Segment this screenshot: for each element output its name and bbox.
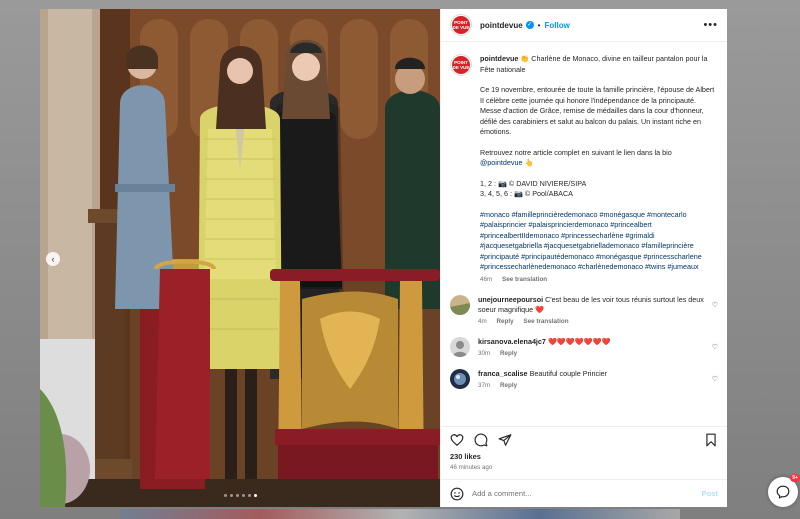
see-translation-link[interactable]: See translation bbox=[502, 276, 547, 283]
carousel-dot-active bbox=[253, 494, 257, 497]
reply-button[interactable]: Reply bbox=[500, 350, 517, 357]
add-comment-input[interactable] bbox=[472, 489, 702, 498]
comment-time: 37m bbox=[478, 382, 491, 389]
post-header: POINT DE VUE pointdevue ✓ • Follow ••• bbox=[441, 9, 727, 42]
previous-photo-button[interactable]: ‹ bbox=[46, 252, 60, 266]
notification-button[interactable]: 9+ bbox=[768, 474, 800, 507]
caption-time: 46m bbox=[480, 275, 493, 283]
share-paper-plane-icon[interactable] bbox=[498, 433, 512, 447]
comment-meta: 4m Reply See translation bbox=[478, 317, 704, 327]
caption-paragraph: Ce 19 novembre, entourée de toute la fam… bbox=[480, 85, 715, 136]
carousel-dot bbox=[223, 494, 227, 497]
carousel-dots bbox=[40, 494, 440, 497]
photo-illustration bbox=[40, 9, 440, 507]
post-actions bbox=[441, 426, 727, 452]
brand-logo: POINT DE VUE bbox=[452, 56, 470, 74]
commenter-avatar[interactable] bbox=[450, 369, 470, 389]
hashtags[interactable]: #monaco #familleprincièredemonaco #monég… bbox=[480, 210, 718, 273]
comment-text: Beautiful couple Princier bbox=[529, 369, 608, 378]
reply-button[interactable]: Reply bbox=[500, 382, 517, 389]
comment-item: kirsanova.elena4jc7 ❤️❤️❤️❤️❤️❤️❤️ 30m R… bbox=[450, 337, 718, 359]
like-comment-heart-icon[interactable]: ♡ bbox=[712, 375, 718, 383]
carousel-dot bbox=[241, 494, 245, 497]
post-modal: ‹ POINT DE VUE pointdevue ✓ • Follow ••• … bbox=[40, 9, 727, 507]
caption-username[interactable]: pointdevue bbox=[480, 54, 518, 63]
comment-bubble-icon[interactable] bbox=[474, 433, 488, 447]
carousel-dot bbox=[247, 494, 251, 497]
save-bookmark-icon[interactable] bbox=[704, 433, 718, 447]
author-username[interactable]: pointdevue bbox=[480, 21, 523, 30]
likes-count[interactable]: 230 likes bbox=[441, 452, 727, 461]
more-horizontal-icon[interactable]: ••• bbox=[703, 19, 718, 31]
caption-avatar[interactable]: POINT DE VUE bbox=[450, 54, 472, 76]
header-separator: • bbox=[537, 20, 541, 30]
comment-username[interactable]: franca_scalise bbox=[478, 369, 528, 378]
comment-item: unejourneepoursoi C'est beau de les voir… bbox=[450, 295, 718, 327]
comment-username[interactable]: unejourneepoursoi bbox=[478, 295, 543, 304]
post-comment-button[interactable]: Post bbox=[702, 489, 718, 498]
comment-time: 30m bbox=[478, 350, 491, 357]
comment-username[interactable]: kirsanova.elena4jc7 bbox=[478, 337, 546, 346]
comment-text: ❤️❤️❤️❤️❤️❤️❤️ bbox=[547, 337, 611, 346]
commenter-avatar[interactable] bbox=[450, 295, 470, 315]
caption-body: pointdevue 👏 Charlène de Monaco, divine … bbox=[480, 54, 718, 285]
comment-time: 4m bbox=[478, 318, 487, 325]
emoji-icon[interactable] bbox=[450, 487, 464, 501]
caption: POINT DE VUE pointdevue 👏 Charlène de Mon… bbox=[450, 54, 718, 285]
comment-meta: 30m Reply bbox=[478, 349, 704, 359]
verified-badge-icon: ✓ bbox=[525, 21, 534, 29]
author-avatar[interactable]: POINT DE VUE bbox=[450, 14, 472, 36]
carousel-dot bbox=[229, 494, 233, 497]
see-translation-link[interactable]: See translation bbox=[523, 318, 568, 325]
comment-composer: Post bbox=[441, 479, 727, 507]
post-side-panel: POINT DE VUE pointdevue ✓ • Follow ••• PO… bbox=[440, 9, 727, 507]
reply-button[interactable]: Reply bbox=[497, 318, 514, 325]
photo-credit: 3, 4, 5, 6 : 📷 © Pool/ABACA bbox=[480, 189, 573, 198]
comment-body: unejourneepoursoi C'est beau de les voir… bbox=[478, 295, 718, 327]
mention-emoji: 👆 bbox=[524, 158, 534, 167]
commenter-avatar[interactable] bbox=[450, 337, 470, 357]
mention-link[interactable]: @pointdevue bbox=[480, 158, 522, 167]
posted-time: 46 minutes ago bbox=[450, 464, 493, 471]
brand-logo: POINT DE VUE bbox=[452, 16, 470, 34]
notification-badge: 9+ bbox=[790, 474, 800, 482]
background-feed-strip bbox=[120, 509, 680, 519]
like-comment-heart-icon[interactable]: ♡ bbox=[712, 301, 718, 309]
comment-meta: 37m Reply bbox=[478, 381, 704, 391]
like-comment-heart-icon[interactable]: ♡ bbox=[712, 343, 718, 351]
comment-body: kirsanova.elena4jc7 ❤️❤️❤️❤️❤️❤️❤️ 30m R… bbox=[478, 337, 718, 359]
post-photo[interactable]: ‹ bbox=[40, 9, 440, 507]
caption-meta: 46m See translation bbox=[480, 275, 718, 286]
messages-icon bbox=[776, 485, 790, 499]
follow-button[interactable]: Follow bbox=[544, 21, 569, 30]
carousel-dot bbox=[235, 494, 239, 497]
comments-list[interactable]: POINT DE VUE pointdevue 👏 Charlène de Mon… bbox=[441, 42, 727, 426]
like-heart-icon[interactable] bbox=[450, 433, 464, 447]
photo-credit: 1, 2 : 📷 © DAVID NIVIERE/SIPA bbox=[480, 178, 587, 188]
comment-body: franca_scalise Beautiful couple Princier… bbox=[478, 369, 718, 391]
comment-item: franca_scalise Beautiful couple Princier… bbox=[450, 369, 718, 391]
caption-paragraph-2: Retrouvez notre article complet en suiva… bbox=[480, 147, 672, 157]
